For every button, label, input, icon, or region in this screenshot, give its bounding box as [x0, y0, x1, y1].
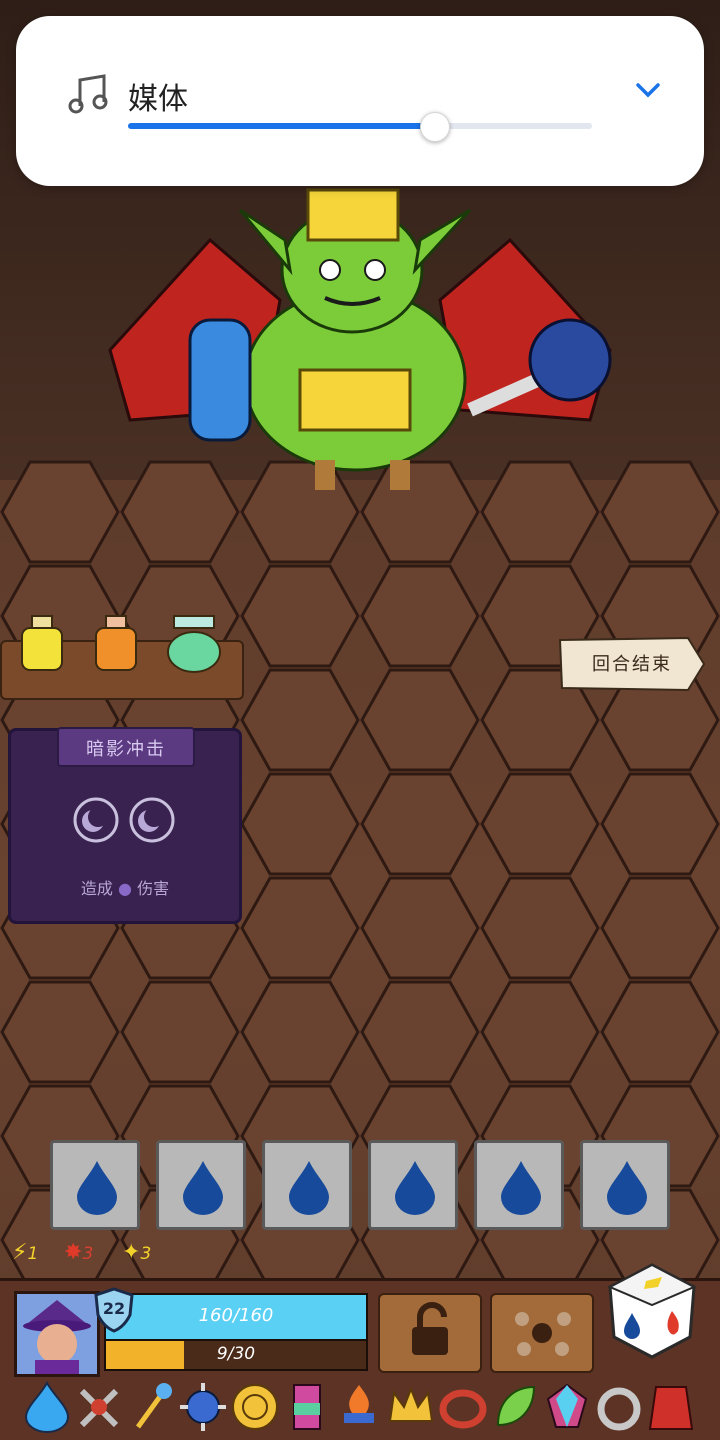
status-spark: ✦3	[122, 1240, 151, 1268]
level-shield-icon: 22	[94, 1287, 134, 1333]
dice-slot[interactable]	[368, 1140, 458, 1230]
water-drop-icon	[77, 1161, 117, 1215]
padlock-icon	[412, 1302, 448, 1355]
dice-slot[interactable]	[262, 1140, 352, 1230]
moon-icon: ●	[118, 879, 132, 898]
card-title-banner: 暗影冲击	[57, 727, 195, 767]
status-lightning: ⚡1	[12, 1240, 38, 1268]
goblin-king-boss[interactable]	[90, 180, 640, 500]
card-desc-after: 伤害	[137, 879, 170, 898]
dice-slot[interactable]	[474, 1140, 564, 1230]
end-turn-button[interactable]: 回合结束	[558, 636, 706, 692]
lightning-icon: ⚡	[12, 1240, 28, 1265]
orange-potion[interactable]	[92, 614, 140, 674]
dice-slot[interactable]	[50, 1140, 140, 1230]
totem-relic[interactable]	[282, 1381, 332, 1433]
crossed-swords-relic[interactable]	[74, 1381, 124, 1433]
flame-brazier-relic[interactable]	[334, 1381, 384, 1433]
status-value: 1	[27, 1244, 39, 1264]
slider-thumb[interactable]	[420, 112, 451, 142]
player-level: 22	[102, 1299, 126, 1318]
yellow-potion[interactable]	[18, 614, 66, 674]
chevron-down-icon[interactable]	[634, 80, 662, 100]
ring-relic[interactable]	[438, 1381, 488, 1433]
reroll-button[interactable]	[490, 1293, 594, 1373]
staff-relic[interactable]	[126, 1381, 176, 1433]
crown-relic[interactable]	[386, 1381, 436, 1433]
hp-text: 160/160	[198, 1305, 274, 1326]
hp-bar: 160/160	[104, 1293, 368, 1341]
spiked-ball-relic[interactable]	[178, 1381, 228, 1433]
water-drop-icon	[607, 1161, 647, 1215]
status-value: 3	[140, 1244, 152, 1264]
dice-slot[interactable]	[580, 1140, 670, 1230]
end-turn-label: 回合结束	[592, 654, 672, 675]
moon-icon[interactable]	[73, 797, 119, 843]
gem-relic[interactable]	[542, 1381, 592, 1433]
moon-icon[interactable]	[129, 797, 175, 843]
ability-card[interactable]: 暗影冲击 造成 ● 伤害	[8, 727, 242, 924]
dice-icon	[607, 1263, 697, 1359]
water-drop-icon	[395, 1161, 435, 1215]
exp-bar: 9/30	[104, 1339, 368, 1371]
card-description: 造成 ● 伤害	[11, 875, 239, 899]
golden-orb-relic[interactable]	[230, 1381, 280, 1433]
media-label: 媒体	[128, 82, 188, 117]
music-note-icon	[68, 74, 108, 114]
slider-fill	[128, 123, 435, 129]
water-drop-icon	[183, 1161, 223, 1215]
water-drop-relic[interactable]	[22, 1381, 72, 1433]
water-drop-icon	[501, 1161, 541, 1215]
dice-slot[interactable]	[156, 1140, 246, 1230]
card-title: 暗影冲击	[86, 739, 166, 760]
red-cloak-relic[interactable]	[646, 1381, 696, 1433]
water-drop-icon	[289, 1161, 329, 1215]
rainbow-potion[interactable]	[166, 614, 222, 674]
leaf-relic[interactable]	[490, 1381, 540, 1433]
battle-scene: 回合结束 暗影冲击 造成 ● 伤害 ⚡1 ✸3 ✦3 160/160 9/30	[0, 0, 720, 1440]
player-portrait[interactable]	[14, 1291, 100, 1377]
media-volume-panel: 媒体	[16, 16, 704, 186]
media-volume-slider[interactable]	[128, 112, 592, 142]
status-value: 3	[82, 1244, 94, 1264]
explosion-icon	[515, 1312, 571, 1356]
spark-icon: ✦	[122, 1240, 141, 1265]
player-hud: 160/160 9/30 22	[0, 1263, 720, 1440]
status-fire-crack: ✸3	[64, 1240, 93, 1268]
roll-dice-button[interactable]	[606, 1261, 698, 1361]
relic-bar	[10, 1377, 710, 1439]
silver-ring-relic[interactable]	[594, 1381, 644, 1433]
card-desc-before: 造成	[80, 879, 113, 898]
fire-crack-icon: ✸	[64, 1240, 83, 1265]
exp-text: 9/30	[216, 1344, 256, 1364]
lock-button[interactable]	[378, 1293, 482, 1373]
